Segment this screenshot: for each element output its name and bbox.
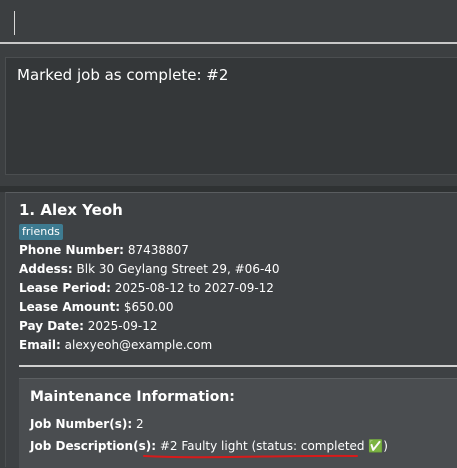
job-description-label: Job Description(s): xyxy=(30,439,156,453)
job-numbers-row: Job Number(s): 2 xyxy=(30,417,144,431)
address-label: Addess: xyxy=(19,262,73,276)
maintenance-title: Maintenance Information: xyxy=(30,389,235,405)
job-numbers-value: 2 xyxy=(135,417,144,431)
lease-period-value: 2025-08-12 to 2027-09-12 xyxy=(114,281,274,295)
job-description-value: #2 Faulty light (status: completed ✅) xyxy=(159,439,388,453)
pay-date-row: Pay Date: 2025-09-12 xyxy=(19,319,158,333)
lease-amount-label: Lease Amount: xyxy=(19,300,120,314)
result-panel: Marked job as complete: #2 xyxy=(0,46,457,186)
person-tag: friends xyxy=(19,224,63,240)
lease-period-label: Lease Period: xyxy=(19,281,111,295)
pay-date-label: Pay Date: xyxy=(19,319,84,333)
address-value: Blk 30 Geylang Street 29, #06-40 xyxy=(76,262,280,276)
text-caret xyxy=(14,11,15,35)
lease-amount-value: $650.00 xyxy=(123,300,174,314)
result-display[interactable]: Marked job as complete: #2 xyxy=(5,57,457,175)
address-row: Addess: Blk 30 Geylang Street 29, #06-40 xyxy=(19,262,280,276)
person-card[interactable]: 1. Alex Yeoh friends Phone Number: 87438… xyxy=(5,192,457,468)
person-name: 1. Alex Yeoh xyxy=(19,201,123,219)
maintenance-section: Maintenance Information: Job Number(s): … xyxy=(19,378,457,468)
lease-amount-row: Lease Amount: $650.00 xyxy=(19,300,173,314)
lease-period-row: Lease Period: 2025-08-12 to 2027-09-12 xyxy=(19,281,274,295)
command-input[interactable] xyxy=(6,6,451,38)
phone-row: Phone Number: 87438807 xyxy=(19,243,189,257)
job-numbers-label: Job Number(s): xyxy=(30,417,133,431)
phone-label: Phone Number: xyxy=(19,243,124,257)
email-row: Email: alexyeoh@example.com xyxy=(19,338,212,352)
red-underline-annotation xyxy=(143,454,358,459)
email-value: alexyeoh@example.com xyxy=(64,338,213,352)
command-box xyxy=(0,0,457,44)
card-divider xyxy=(19,365,457,367)
result-message: Marked job as complete: #2 xyxy=(17,66,229,84)
pay-date-value: 2025-09-12 xyxy=(87,319,158,333)
email-label: Email: xyxy=(19,338,61,352)
job-description-row: Job Description(s): #2 Faulty light (sta… xyxy=(30,439,388,453)
phone-value: 87438807 xyxy=(127,243,189,257)
